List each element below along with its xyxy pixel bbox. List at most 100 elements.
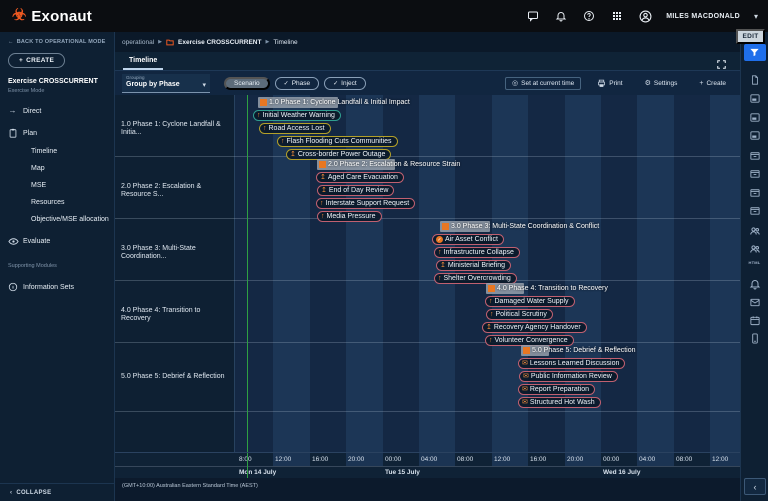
sidebar-subitem-resources[interactable]: Resources [31, 199, 114, 206]
user-menu-caret-icon[interactable]: ▾ [754, 12, 758, 21]
inject-label: Road Access Lost [269, 125, 325, 132]
tab-timeline[interactable]: Timeline [123, 52, 163, 70]
archive-icon[interactable] [749, 168, 760, 179]
axis-tick-label: 08:00 [457, 453, 473, 466]
settings-button[interactable]: ⚙Settings [639, 79, 684, 88]
edit-button[interactable]: EDIT [736, 29, 765, 44]
axis-tick-label: 04:00 [639, 453, 655, 466]
exercise-mode-label: Exercise Mode [8, 88, 114, 94]
phase-marker-icon [260, 99, 267, 106]
archive-icon[interactable] [749, 187, 760, 198]
sidebar-item-evaluate[interactable]: Evaluate [8, 236, 114, 247]
chip-inject[interactable]: ✓Inject [324, 77, 366, 90]
grouping-dropdown[interactable]: Grouping Group by Phase ▾ [122, 74, 210, 93]
sidebar-item-direct[interactable]: → Direct [8, 107, 114, 115]
time-band [710, 95, 740, 452]
phase-bar[interactable]: 5.0 Phase 5: Debrief & Reflection [521, 345, 549, 356]
mail-icon[interactable] [749, 297, 760, 308]
inject-label: Volunteer Convergence [495, 337, 568, 344]
apps-grid-icon[interactable] [610, 9, 624, 23]
axis-tick-label: 04:00 [421, 453, 437, 466]
file-icon[interactable] [750, 75, 760, 85]
create-button[interactable]: + CREATE [8, 53, 65, 68]
sidebar-subitem-map[interactable]: Map [31, 165, 114, 172]
filter-icon[interactable] [744, 44, 766, 61]
card-image-icon[interactable] [749, 130, 760, 141]
inject-pill[interactable]: ↥Aged Care Evacuation [316, 172, 404, 183]
breadcrumb-item-exercise[interactable]: Exercise CROSSCURRENT [178, 39, 261, 46]
inject-pill[interactable]: ↑Political Scrutiny [486, 309, 553, 320]
bell-icon[interactable] [749, 278, 761, 290]
phone-icon[interactable] [749, 333, 760, 344]
inject-label: Initial Weather Warning [263, 112, 335, 119]
sidebar-subitem-objective-mse-allocation[interactable]: Objective/MSE allocation [31, 216, 114, 223]
user-name[interactable]: MILES MACDONALD [666, 13, 740, 20]
sidebar-item-information-sets[interactable]: Information Sets [8, 282, 114, 292]
chat-icon[interactable] [526, 9, 540, 23]
inject-pill[interactable]: ↥End of Day Review [317, 185, 394, 196]
inject-pill[interactable]: ↑Infrastructure Collapse [434, 247, 520, 258]
phase-bar[interactable]: 2.0 Phase 2: Escalation & Resource Strai… [317, 159, 395, 170]
info-icon [8, 282, 17, 292]
chip-phase[interactable]: ✓Phase [275, 77, 319, 90]
people-icon[interactable] [749, 225, 761, 237]
breadcrumb-item-operational[interactable]: operational [122, 39, 154, 46]
axis-divider [115, 466, 740, 467]
people-icon[interactable] [749, 243, 761, 255]
row-divider [115, 411, 740, 412]
arrow-right-icon: → [8, 107, 17, 115]
time-axis: 8:0012:0016:0020:0000:0004:0008:0012:001… [115, 452, 740, 478]
exercise-folder-icon [166, 39, 174, 46]
axis-tick-label: 12:00 [275, 453, 291, 466]
bell-icon[interactable] [554, 9, 568, 23]
inject-pill[interactable]: ✉Public Information Review [519, 371, 618, 382]
sidebar-item-label: Direct [23, 108, 41, 115]
inject-label: Shelter Overcrowding [444, 275, 511, 282]
axis-tick-label: 16:00 [312, 453, 328, 466]
inject-pill[interactable]: ↑Initial Weather Warning [253, 110, 341, 121]
axis-footer: (GMT+10:00) Australian Eastern Standard … [115, 478, 740, 501]
card-image-icon[interactable] [749, 93, 760, 104]
html-icon[interactable]: HTML [749, 260, 761, 265]
inject-pill[interactable]: ↥Recovery Agency Handover [482, 322, 587, 333]
current-time-line [247, 95, 248, 452]
phase-bar-label: 1.0 Phase 1: Cyclone Landfall & Initial … [269, 97, 410, 108]
inject-arrow-icon: ↑ [257, 112, 261, 119]
inject-pill[interactable]: ↑Flash Flooding Cuts Communities [277, 136, 398, 147]
archive-icon[interactable] [749, 150, 760, 161]
row-divider [115, 218, 740, 219]
print-button[interactable]: Print [591, 78, 628, 89]
phase-bar[interactable]: 1.0 Phase 1: Cyclone Landfall & Initial … [258, 97, 338, 108]
inject-sent-icon: ↥ [320, 174, 326, 181]
phase-bar[interactable]: 4.0 Phase 4: Transition to Recovery [486, 283, 524, 294]
inject-pill[interactable]: ↑Interstate Support Request [316, 198, 415, 209]
sidebar-subitem-mse[interactable]: MSE [31, 182, 114, 189]
inject-pill[interactable]: ↥Ministerial Briefing [436, 260, 511, 271]
inject-pill[interactable]: ✉Report Preparation [518, 384, 595, 395]
sidebar-item-label: Evaluate [23, 238, 50, 245]
inject-pill[interactable]: ↑Media Pressure [317, 211, 382, 222]
inject-pill[interactable]: ↑Road Access Lost [259, 123, 331, 134]
breadcrumb-separator-icon: ▶ [265, 39, 269, 45]
top-header-bar: ☣ Exonaut MILES MACDONALD ▾ [0, 0, 768, 32]
create-button[interactable]: +Create [693, 79, 732, 88]
chip-scenario[interactable]: Scenario [224, 77, 270, 90]
sidebar-group-plan: Plan Timeline Map MSE Resources Objective/MSE… [0, 128, 114, 223]
inject-pill[interactable]: ✓Air Asset Conflict [432, 234, 504, 245]
sidebar-collapse-button[interactable]: ‹ COLLAPSE [0, 483, 114, 501]
card-image-icon[interactable] [749, 112, 760, 123]
inject-pill[interactable]: ↑Damaged Water Supply [485, 296, 575, 307]
breadcrumb: operational ▶ Exercise CROSSCURRENT ▶ Ti… [115, 32, 740, 52]
help-icon[interactable] [582, 9, 596, 23]
row-divider [115, 156, 740, 157]
sidebar-item-plan[interactable]: Plan [8, 128, 114, 138]
panel-collapse-button[interactable]: ‹ [744, 478, 766, 495]
set-at-current-time-button[interactable]: ◎Set at current time [505, 77, 581, 90]
sidebar-subitem-timeline[interactable]: Timeline [31, 148, 114, 155]
inject-pill[interactable]: ✉Lessons Learned Discussion [518, 358, 625, 369]
calendar-icon[interactable] [749, 315, 760, 326]
inject-pill[interactable]: ✉Structured Hot Wash [518, 397, 601, 408]
avatar-icon[interactable] [638, 9, 652, 23]
archive-icon[interactable] [749, 205, 760, 216]
phase-bar[interactable]: 3.0 Phase 3: Multi-State Coordination & … [440, 221, 490, 232]
